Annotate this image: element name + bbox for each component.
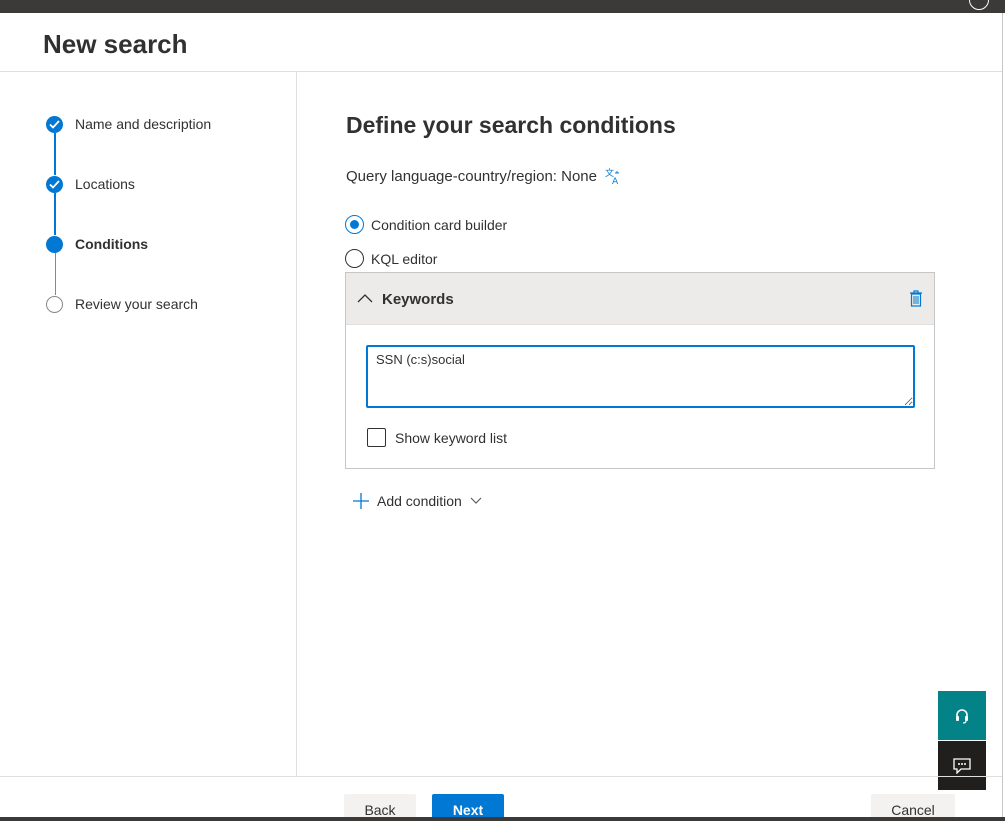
step-connector: [55, 253, 56, 295]
svg-text:A: A: [612, 177, 619, 185]
step-name-and-description[interactable]: Name and description: [46, 116, 211, 133]
help-button[interactable]: [938, 691, 986, 740]
show-keyword-list-checkbox[interactable]: Show keyword list: [367, 428, 507, 447]
checkbox[interactable]: [367, 428, 386, 447]
radio-button[interactable]: [345, 249, 364, 268]
bottom-strip: [0, 817, 1005, 821]
step-review[interactable]: Review your search: [46, 296, 198, 313]
add-condition-button[interactable]: Add condition: [352, 492, 482, 510]
stepper-divider: [296, 72, 297, 776]
radio-label: KQL editor: [371, 250, 438, 267]
top-bar: [0, 0, 1005, 13]
chevron-up-icon[interactable]: [357, 292, 373, 304]
panel-edge: [1002, 13, 1003, 821]
check-icon: [46, 116, 63, 133]
empty-step-dot-icon: [46, 296, 63, 313]
current-step-dot-icon: [46, 236, 63, 253]
footer-divider: [0, 776, 1002, 777]
query-language-label: Query language-country/region: None: [346, 167, 597, 185]
checkbox-label: Show keyword list: [395, 429, 508, 446]
chevron-down-icon: [470, 497, 482, 504]
feedback-button[interactable]: [938, 741, 986, 790]
plus-icon: [353, 493, 369, 509]
keywords-card-title: Keywords: [382, 291, 454, 308]
header-divider: [0, 71, 1002, 72]
radio-button[interactable]: [345, 215, 364, 234]
step-conditions[interactable]: Conditions: [46, 236, 148, 253]
step-connector: [54, 193, 56, 235]
radio-kql-editor[interactable]: KQL editor: [345, 249, 437, 268]
step-label: Conditions: [75, 236, 149, 252]
radio-label: Condition card builder: [371, 216, 508, 233]
headset-icon: [956, 708, 968, 724]
trash-icon[interactable]: [909, 290, 923, 307]
check-icon: [46, 176, 63, 193]
keywords-card: Keywords SSN (c:s)social Show keyword li…: [345, 272, 935, 469]
keywords-input[interactable]: SSN (c:s)social: [366, 345, 915, 408]
translate-icon[interactable]: 文 A: [604, 167, 622, 185]
feedback-icon: [953, 757, 971, 774]
section-heading: Define your search conditions: [346, 112, 676, 138]
radio-condition-card-builder[interactable]: Condition card builder: [345, 215, 507, 234]
step-connector: [54, 133, 56, 175]
step-locations[interactable]: Locations: [46, 176, 135, 193]
step-label: Locations: [75, 176, 135, 192]
page-title: New search: [43, 29, 188, 59]
step-label: Name and description: [75, 116, 212, 132]
add-condition-label: Add condition: [377, 493, 462, 509]
keywords-card-header[interactable]: Keywords: [346, 273, 934, 325]
help-circle-icon[interactable]: [969, 0, 989, 10]
step-label: Review your search: [75, 296, 198, 312]
query-language: Query language-country/region: None 文 A: [346, 167, 622, 185]
